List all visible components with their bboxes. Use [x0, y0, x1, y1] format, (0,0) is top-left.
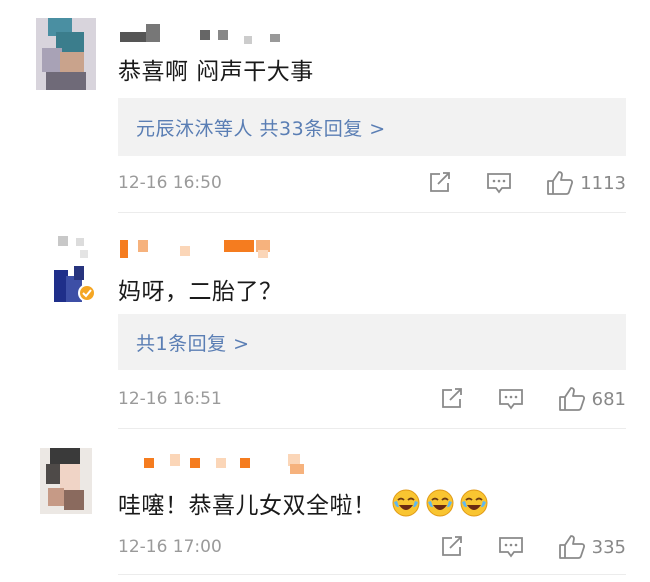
comment-text: 恭喜啊 闷声干大事 [118, 59, 314, 85]
reply-summary-link[interactable]: 共1条回复 > [118, 314, 626, 370]
share-icon[interactable] [428, 172, 452, 194]
avatar[interactable] [54, 236, 98, 308]
comment-icon[interactable] [498, 536, 524, 558]
comment-icon[interactable] [486, 172, 512, 194]
username-redacted[interactable] [120, 24, 300, 44]
share-icon[interactable] [440, 388, 464, 410]
username-redacted[interactable] [140, 454, 320, 474]
comment-text: 哇噻！恭喜儿女双全啦！ [118, 486, 489, 520]
like-count: 681 [591, 388, 626, 410]
thumbs-up-icon [547, 171, 574, 195]
avatar[interactable] [40, 448, 92, 514]
comment-icon[interactable] [498, 388, 524, 410]
divider [118, 574, 626, 575]
divider [118, 212, 626, 213]
username-redacted[interactable] [120, 236, 290, 258]
laugh-cry-emoji-icon [391, 488, 421, 518]
comment-timestamp: 12-16 17:00 [118, 537, 222, 557]
laugh-cry-emoji-icon [459, 488, 489, 518]
comment-text: 妈呀，二胎了？ [118, 279, 283, 305]
like-button[interactable]: 1113 [546, 170, 626, 196]
like-button[interactable]: 335 [558, 534, 626, 560]
comment-text-body: 哇噻！恭喜儿女双全啦！ [118, 493, 377, 519]
like-count: 335 [591, 536, 626, 558]
reply-summary-link[interactable]: 元辰沐沐等人 共33条回复 > [118, 98, 626, 156]
verified-badge-icon [78, 284, 96, 302]
share-icon[interactable] [440, 536, 464, 558]
like-button[interactable]: 681 [558, 386, 626, 412]
avatar[interactable] [36, 18, 96, 90]
like-count: 1113 [580, 172, 626, 194]
laugh-cry-emoji-icon [425, 488, 455, 518]
comment-timestamp: 12-16 16:50 [118, 173, 222, 193]
divider [118, 428, 626, 429]
thumbs-up-icon [558, 535, 585, 559]
comment-timestamp: 12-16 16:51 [118, 389, 222, 409]
thumbs-up-icon [558, 387, 585, 411]
